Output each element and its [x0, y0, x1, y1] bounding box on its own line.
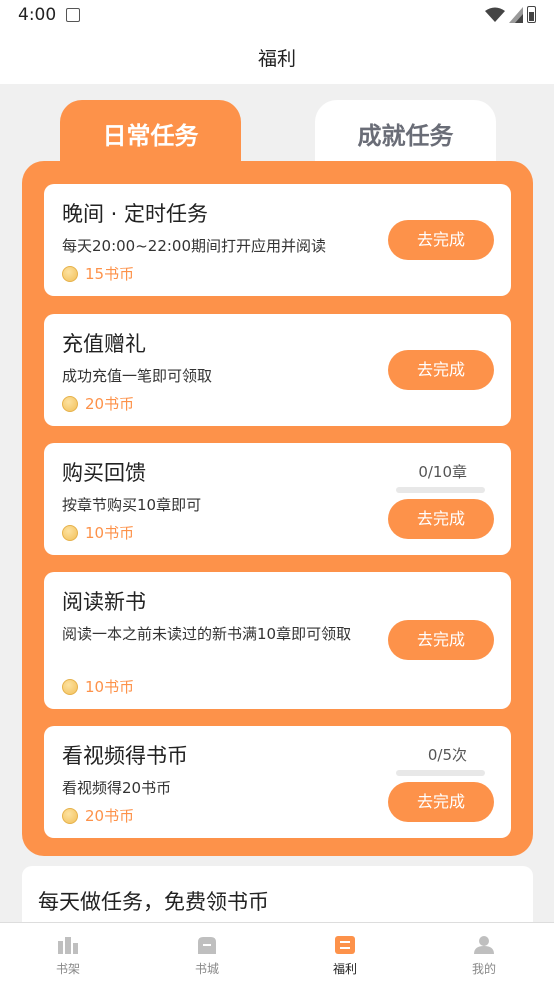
- app-header: 福利: [0, 32, 554, 84]
- task-title: 充值赠礼: [62, 332, 146, 356]
- nav-item-bookshelf[interactable]: 书架: [18, 923, 118, 984]
- info-title: 每天做任务，免费领书币: [38, 890, 269, 914]
- reward-text: 20书币: [85, 807, 135, 825]
- page-title: 福利: [257, 48, 296, 70]
- go-complete-button[interactable]: 去完成: [388, 620, 494, 660]
- progress-text: 0/10章: [418, 463, 467, 481]
- nav-item-welfare[interactable]: 福利: [295, 923, 395, 984]
- coin-icon: [62, 265, 78, 282]
- task-reward: 15书币: [62, 263, 134, 284]
- bottom-nav: 书架 书城 福利 我的: [0, 922, 554, 984]
- task-reward: 10书币: [62, 676, 134, 697]
- task-panel: 晚间 · 定时任务 每天20:00~22:00期间打开应用并阅读 15书币 去完…: [22, 161, 533, 856]
- nav-label: 书城: [194, 962, 219, 976]
- task-title: 看视频得书币: [62, 744, 188, 768]
- nav-label: 书架: [55, 962, 80, 976]
- go-complete-button[interactable]: 去完成: [388, 499, 494, 539]
- bookstore-icon: [198, 937, 216, 954]
- reward-text: 20书币: [85, 395, 135, 413]
- nav-label: 福利: [332, 962, 357, 976]
- coin-icon: [62, 807, 78, 824]
- screenshot-icon: [66, 8, 80, 22]
- task-title: 购买回馈: [62, 461, 146, 485]
- task-card-purchase: 购买回馈 按章节购买10章即可 10书币 0/10章 去完成: [44, 443, 511, 555]
- progress-text: 0/5次: [427, 746, 467, 764]
- task-reward: 20书币: [62, 805, 134, 826]
- task-reward: 20书币: [62, 393, 134, 414]
- progress-bar: [396, 487, 485, 493]
- coin-icon: [62, 524, 78, 541]
- tab-daily-tasks[interactable]: 日常任务: [60, 100, 241, 166]
- coin-icon: [62, 395, 78, 412]
- task-desc: 看视频得20书币: [62, 779, 172, 797]
- task-card-evening: 晚间 · 定时任务 每天20:00~22:00期间打开应用并阅读 15书币 去完…: [44, 184, 511, 296]
- go-complete-button[interactable]: 去完成: [388, 782, 494, 822]
- tab-achievement-tasks[interactable]: 成就任务: [315, 100, 496, 166]
- status-bar: 4:00: [0, 0, 554, 32]
- status-icons: [485, 6, 536, 23]
- reward-text: 10书币: [85, 524, 135, 542]
- go-complete-button[interactable]: 去完成: [388, 220, 494, 260]
- task-card-recharge: 充值赠礼 成功充值一笔即可领取 20书币 去完成: [44, 314, 511, 426]
- task-tabs: 日常任务 成就任务: [22, 100, 532, 166]
- task-desc: 成功充值一笔即可领取: [62, 367, 213, 385]
- nav-item-profile[interactable]: 我的: [434, 923, 534, 984]
- task-desc: 按章节购买10章即可: [62, 496, 202, 514]
- reward-text: 15书币: [85, 265, 135, 283]
- task-title: 阅读新书: [62, 590, 146, 614]
- profile-icon: [474, 936, 494, 954]
- welfare-icon: [335, 936, 355, 954]
- task-card-video: 看视频得书币 看视频得20书币 20书币 0/5次 去完成: [44, 726, 511, 838]
- task-desc: 每天20:00~22:00期间打开应用并阅读: [62, 237, 327, 255]
- nav-label: 我的: [471, 962, 496, 976]
- nav-item-bookstore[interactable]: 书城: [157, 923, 257, 984]
- task-desc: 阅读一本之前未读过的新书满10章即可领取: [62, 625, 352, 643]
- go-complete-button[interactable]: 去完成: [388, 350, 494, 390]
- task-title: 晚间 · 定时任务: [62, 202, 209, 226]
- battery-icon: [527, 6, 536, 23]
- bookshelf-icon: [58, 937, 78, 954]
- task-card-new-book: 阅读新书 阅读一本之前未读过的新书满10章即可领取 10书币 去完成: [44, 572, 511, 709]
- status-time: 4:00: [18, 5, 57, 25]
- progress-bar: [396, 770, 485, 776]
- coin-icon: [62, 678, 78, 695]
- wifi-icon: [485, 7, 505, 22]
- reward-text: 10书币: [85, 678, 135, 696]
- signal-icon: [509, 6, 523, 23]
- task-reward: 10书币: [62, 522, 134, 543]
